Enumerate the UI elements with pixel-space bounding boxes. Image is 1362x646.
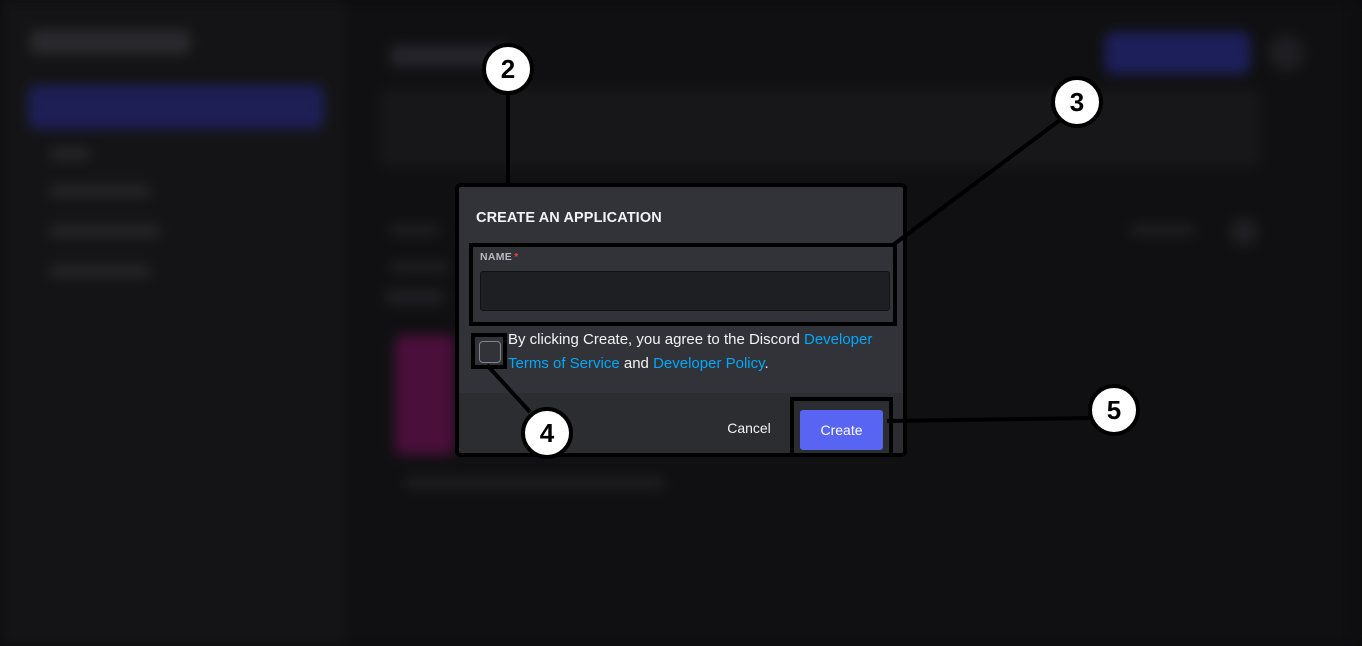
agreement-checkbox[interactable] [479,341,501,363]
background-edge [1342,0,1362,646]
application-name-input[interactable] [480,271,890,311]
background-nav-item [50,265,150,277]
background-nav-item [50,185,150,197]
background-sidebar [0,0,345,646]
modal-title: CREATE AN APPLICATION [476,210,662,226]
background-nav-item [50,225,160,237]
name-label-text: NAME [480,251,513,263]
required-marker: * [514,251,519,263]
create-button-highlight: Create [790,397,893,453]
annotation-badge-4: 4 [521,407,573,459]
background-card [395,335,455,455]
background-logo [30,30,190,54]
agreement-suffix: . [764,355,769,372]
agreement-checkbox-highlight [471,333,507,369]
create-button[interactable]: Create [800,410,883,450]
background-text-line [390,262,450,272]
background-text-line [405,478,665,488]
cancel-button[interactable]: Cancel [714,412,784,444]
background-nav-active-item [28,85,324,129]
name-field-highlight: NAME * [469,243,897,326]
create-application-modal: CREATE AN APPLICATION NAME * By clicking … [455,183,907,457]
background-nav-item [50,148,90,160]
annotation-badge-2: 2 [482,43,534,95]
background-banner [380,88,1260,168]
agreement-text: By clicking Create, you agree to the Dis… [508,328,898,376]
background-text-line [385,290,445,304]
annotation-badge-5: 5 [1088,384,1140,436]
background-primary-button [1105,32,1250,74]
annotation-badge-3: 3 [1051,76,1103,128]
background-icon [1230,218,1258,246]
background-avatar [1268,35,1304,71]
developer-policy-link[interactable]: Developer Policy [653,355,764,372]
agreement-middle: and [619,355,654,372]
name-label: NAME * [480,251,519,263]
agreement-prefix: By clicking Create, you agree to the Dis… [508,331,804,348]
background-text-line [390,225,440,235]
background-text-line [1130,225,1195,235]
